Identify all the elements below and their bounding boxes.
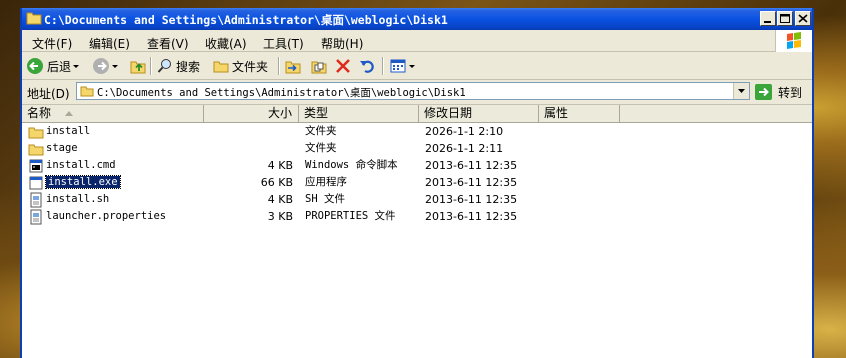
minimize-icon (764, 21, 771, 23)
file-size (204, 123, 293, 140)
delete-x-icon (336, 59, 350, 73)
file-type: 文件夹 (305, 142, 337, 154)
file-name[interactable]: launcher.properties (46, 210, 166, 222)
file-size: 4 KB (267, 193, 293, 206)
chevron-down-icon (409, 65, 415, 68)
column-header-type[interactable]: 类型 (299, 105, 419, 122)
exe-file-icon (29, 176, 43, 190)
file-size (204, 140, 293, 157)
views-icon (390, 59, 406, 73)
windows-logo-icon (775, 30, 812, 52)
file-name[interactable]: install.sh (46, 193, 109, 205)
chevron-down-icon (112, 65, 118, 68)
file-modified: 2026-1-1 2:11 (425, 142, 504, 155)
close-button[interactable] (795, 11, 811, 26)
list-header: 名称 大小 类型 修改日期 属性 (22, 105, 812, 123)
undo-button[interactable] (358, 56, 376, 76)
maximize-icon (780, 14, 790, 23)
menu-favorites[interactable]: 收藏(A) (205, 35, 247, 52)
menu-tools[interactable]: 工具(T) (263, 35, 304, 52)
forward-arrow-icon (93, 58, 109, 74)
views-button[interactable] (389, 56, 417, 76)
file-name[interactable]: stage (46, 142, 78, 154)
folder-icon (80, 86, 94, 97)
back-button[interactable]: 后退 (26, 56, 81, 76)
table-row[interactable]: install.cmd 4 KB Windows 命令脚本 2013-6-11 12:… (22, 157, 812, 174)
table-row[interactable]: stage 文件夹 2026-1-1 2:11 (22, 140, 812, 157)
go-arrow-icon (755, 84, 772, 100)
search-icon (157, 59, 171, 73)
file-type: PROPERTIES 文件 (305, 210, 396, 222)
column-header-name[interactable]: 名称 (22, 105, 204, 122)
copy-to-folder-icon (311, 61, 327, 74)
column-header-filler (620, 105, 812, 122)
address-input[interactable]: C:\Documents and Settings\Administrator\… (76, 82, 750, 100)
close-icon (798, 14, 808, 23)
move-to-button[interactable] (284, 56, 302, 76)
move-to-folder-icon (285, 61, 301, 74)
sh-file-icon (30, 192, 42, 208)
folders-icon (213, 61, 229, 73)
file-name[interactable]: install (46, 125, 90, 137)
table-row[interactable]: install.sh 4 KB SH 文件 2013-6-11 12:35 (22, 191, 812, 208)
copy-to-button[interactable] (310, 56, 328, 76)
file-size: 3 KB (267, 210, 293, 223)
properties-file-icon (30, 209, 42, 225)
file-modified: 2013-6-11 12:35 (425, 176, 518, 189)
standard-toolbar: 后退 搜索 文件夹 (22, 53, 812, 80)
menu-file[interactable]: 文件(F) (32, 35, 72, 52)
folders-button[interactable]: 文件夹 (212, 56, 268, 76)
toolbar-separator (382, 57, 384, 75)
go-button[interactable]: 转到 (754, 83, 802, 101)
file-type: 应用程序 (305, 176, 347, 188)
file-modified: 2013-6-11 12:35 (425, 193, 518, 206)
folder-up-icon (130, 61, 146, 74)
folder-icon (26, 12, 42, 25)
window-title: C:\Documents and Settings\Administrator\… (44, 13, 448, 27)
file-type: 文件夹 (305, 125, 337, 137)
column-header-size[interactable]: 大小 (204, 105, 299, 122)
file-list[interactable]: 名称 大小 类型 修改日期 属性 install 文件夹 2026-1-1 2:10… (22, 105, 812, 358)
menu-bar: 文件(F) 编辑(E) 查看(V) 收藏(A) 工具(T) 帮助(H) (22, 31, 812, 52)
file-modified: 2013-6-11 12:35 (425, 210, 518, 223)
menu-view[interactable]: 查看(V) (147, 35, 189, 52)
folder-icon (28, 144, 44, 156)
file-name[interactable]: install.exe (45, 175, 121, 189)
folder-icon (28, 127, 44, 139)
chevron-down-icon (73, 65, 80, 68)
undo-icon (360, 60, 374, 73)
address-value: C:\Documents and Settings\Administrator\… (97, 87, 466, 99)
sort-ascending-icon (65, 111, 73, 116)
chevron-down-icon (738, 89, 745, 93)
table-row[interactable]: install 文件夹 2026-1-1 2:10 (22, 123, 812, 140)
file-size: 4 KB (267, 159, 293, 172)
maximize-button[interactable] (777, 11, 793, 26)
toolbar-separator (278, 57, 280, 75)
file-type: SH 文件 (305, 193, 345, 205)
back-arrow-icon (27, 58, 43, 74)
file-type: Windows 命令脚本 (305, 159, 398, 171)
title-bar[interactable]: C:\Documents and Settings\Administrator\… (22, 8, 812, 30)
cmd-file-icon (29, 159, 43, 173)
table-row[interactable]: install.exe 66 KB 应用程序 2013-6-11 12:35 (22, 174, 812, 191)
file-modified: 2013-6-11 12:35 (425, 159, 518, 172)
toolbar-separator (150, 57, 152, 75)
up-folder-button[interactable] (129, 56, 147, 76)
address-bar: 地址(D) C:\Documents and Settings\Administ… (22, 80, 812, 105)
file-size: 66 KB (260, 176, 293, 189)
address-label: 地址(D) (27, 87, 70, 101)
menu-help[interactable]: 帮助(H) (321, 35, 363, 52)
forward-button[interactable] (92, 56, 120, 76)
table-row[interactable]: launcher.properties 3 KB PROPERTIES 文件 2013… (22, 208, 812, 225)
column-header-attributes[interactable]: 属性 (539, 105, 620, 122)
explorer-window: C:\Documents and Settings\Administrator\… (20, 8, 814, 358)
delete-button[interactable] (334, 56, 352, 76)
file-modified: 2026-1-1 2:10 (425, 125, 504, 138)
search-button[interactable]: 搜索 (156, 56, 200, 76)
menu-edit[interactable]: 编辑(E) (89, 35, 130, 52)
address-dropdown-button[interactable] (733, 83, 749, 99)
file-name[interactable]: install.cmd (46, 159, 116, 171)
minimize-button[interactable] (760, 11, 776, 26)
column-header-modified[interactable]: 修改日期 (419, 105, 539, 122)
